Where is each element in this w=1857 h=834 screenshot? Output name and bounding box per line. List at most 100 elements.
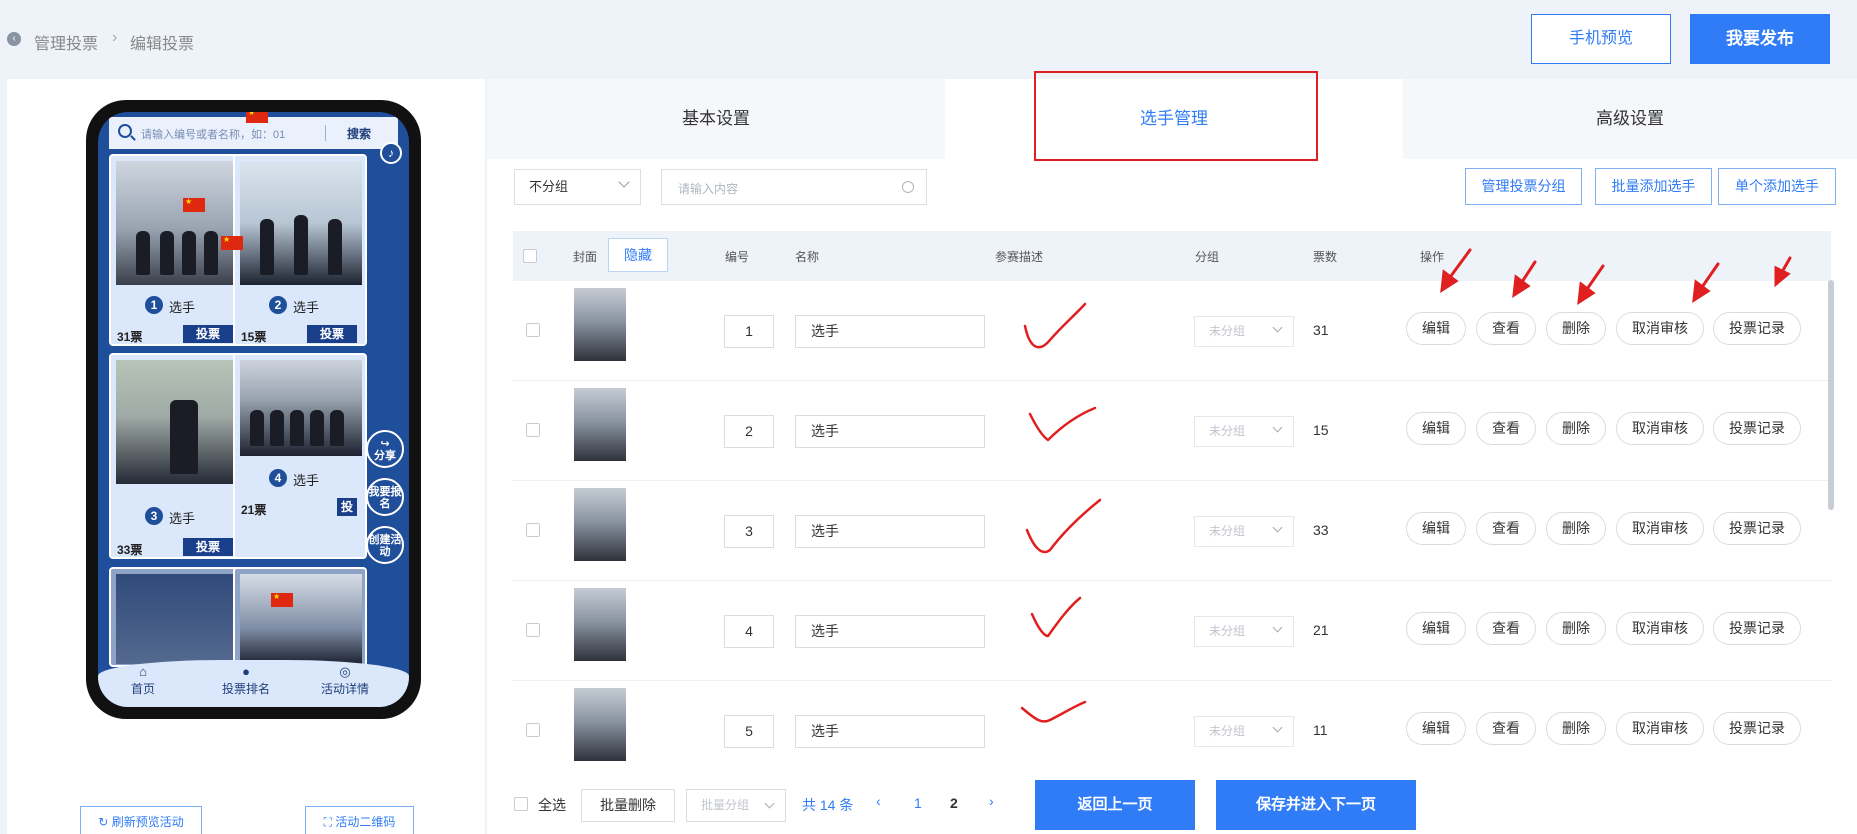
contestant-id-input[interactable]: 1 [724, 315, 774, 348]
row-checkbox[interactable] [526, 723, 540, 737]
delete-button[interactable]: 删除 [1546, 612, 1606, 645]
cancel-review-button[interactable]: 取消审核 [1616, 612, 1704, 645]
cancel-review-button[interactable]: 取消审核 [1616, 512, 1704, 545]
edit-button[interactable]: 编辑 [1406, 412, 1466, 445]
row-checkbox[interactable] [526, 623, 540, 637]
contestant-name-input[interactable]: 选手 [795, 415, 985, 448]
contestant-card[interactable]: 2 选手 15票 投票 [221, 154, 367, 346]
view-button[interactable]: 查看 [1476, 612, 1536, 645]
nav-ranking[interactable]: ● 投票排名 [201, 664, 291, 697]
refresh-preview-button[interactable]: ↻ 刷新预览活动 [80, 806, 202, 834]
contestant-cover[interactable] [574, 288, 626, 361]
row-checkbox[interactable] [526, 323, 540, 337]
contestant-id-input[interactable]: 3 [724, 515, 774, 548]
view-button[interactable]: 查看 [1476, 412, 1536, 445]
chevron-down-icon [1272, 522, 1283, 533]
group-select[interactable]: 未分组 [1194, 316, 1294, 347]
contestant-name-input[interactable]: 选手 [795, 615, 985, 648]
chevron-down-icon [1272, 722, 1283, 733]
contestant-card[interactable] [233, 567, 367, 667]
contestant-photo [116, 360, 238, 484]
vote-button[interactable]: 投 [337, 498, 357, 516]
breadcrumb-parent[interactable]: 管理投票 [34, 30, 98, 54]
cancel-review-button[interactable]: 取消审核 [1616, 412, 1704, 445]
flag-icon [271, 592, 293, 607]
vote-button[interactable]: 投票 [307, 325, 357, 343]
vote-log-button[interactable]: 投票记录 [1713, 512, 1801, 545]
share-button[interactable]: ↪ 分享 [366, 430, 404, 468]
next-page-icon[interactable]: › [989, 793, 994, 809]
group-select[interactable]: 未分组 [1194, 416, 1294, 447]
contestant-id-input[interactable]: 5 [724, 715, 774, 748]
contestant-name-input[interactable]: 选手 [795, 315, 985, 348]
contestant-cover[interactable] [574, 388, 626, 461]
cancel-review-button[interactable]: 取消审核 [1616, 312, 1704, 345]
group-select[interactable]: 未分组 [1194, 616, 1294, 647]
contestant-cover[interactable] [574, 688, 626, 761]
vote-log-button[interactable]: 投票记录 [1713, 312, 1801, 345]
contestant-card[interactable]: 3 选手 33票 投票 [109, 353, 243, 559]
contestant-name-input[interactable]: 选手 [795, 715, 985, 748]
contestant-number-badge: 3 [145, 507, 163, 525]
vote-button[interactable]: 投票 [183, 325, 233, 343]
save-next-button[interactable]: 保存并进入下一页 [1216, 780, 1416, 830]
page-1[interactable]: 1 [914, 795, 922, 811]
contestant-card[interactable]: 1 选手 31票 投票 [109, 154, 243, 346]
page-2[interactable]: 2 [950, 795, 958, 811]
vote-log-button[interactable]: 投票记录 [1713, 412, 1801, 445]
contestant-name-input[interactable]: 选手 [795, 515, 985, 548]
contestant-id-input[interactable]: 4 [724, 615, 774, 648]
row-checkbox[interactable] [526, 523, 540, 537]
create-activity-button[interactable]: 创建活动 [366, 526, 404, 564]
contestant-votes: 15票 [241, 330, 267, 344]
delete-button[interactable]: 删除 [1546, 312, 1606, 345]
contestant-name: 选手 [169, 511, 196, 526]
row-checkbox[interactable] [526, 423, 540, 437]
back-icon[interactable]: ‹ [7, 32, 21, 46]
signup-button[interactable]: 我要报名 [366, 478, 404, 516]
music-icon[interactable]: ♪ [380, 142, 402, 164]
view-button[interactable]: 查看 [1476, 312, 1536, 345]
edit-button[interactable]: 编辑 [1406, 712, 1466, 745]
bulk-delete-button[interactable]: 批量删除 [581, 789, 675, 822]
prev-step-button[interactable]: 返回上一页 [1035, 780, 1195, 830]
nav-home[interactable]: ⌂ 首页 [98, 664, 188, 697]
publish-button[interactable]: 我要发布 [1690, 14, 1830, 64]
qrcode-button[interactable]: ⛶ 活动二维码 [305, 806, 414, 834]
vote-log-button[interactable]: 投票记录 [1713, 612, 1801, 645]
cancel-review-button[interactable]: 取消审核 [1616, 712, 1704, 745]
contestant-card[interactable] [109, 567, 243, 667]
select-all-checkbox[interactable] [514, 797, 528, 811]
contestant-cover[interactable] [574, 588, 626, 661]
phone-search-button[interactable]: 搜索 [347, 125, 371, 142]
group-select[interactable]: 未分组 [1194, 716, 1294, 747]
view-button[interactable]: 查看 [1476, 712, 1536, 745]
view-button[interactable]: 查看 [1476, 512, 1536, 545]
edit-button[interactable]: 编辑 [1406, 612, 1466, 645]
nav-details[interactable]: ◎ 活动详情 [300, 664, 390, 697]
chevron-down-icon [1272, 322, 1283, 333]
vote-button[interactable]: 投票 [183, 538, 233, 556]
delete-button[interactable]: 删除 [1546, 412, 1606, 445]
select-all-label: 全选 [538, 797, 566, 813]
edit-button[interactable]: 编辑 [1406, 312, 1466, 345]
home-icon: ⌂ [139, 664, 147, 679]
main-panel: 基本设置 选手管理 高级设置 不分组 请输入内容 管理投票分组 批量添加选手 单… [487, 71, 1857, 834]
prev-page-icon[interactable]: ‹ [876, 793, 881, 809]
medal-icon: ● [242, 664, 250, 679]
bulk-group-select[interactable]: 批量分组 [686, 789, 786, 822]
delete-button[interactable]: 删除 [1546, 512, 1606, 545]
contestant-name: 选手 [293, 473, 320, 488]
contestant-cover[interactable] [574, 488, 626, 561]
table-row: 1 选手 未分组 31 编辑 查看 删除 取消审核 投票记录 [513, 281, 1831, 381]
scrollbar[interactable] [1828, 280, 1834, 510]
group-select[interactable]: 未分组 [1194, 516, 1294, 547]
edit-button[interactable]: 编辑 [1406, 512, 1466, 545]
divider [325, 125, 326, 141]
phone-preview-button[interactable]: 手机预览 [1531, 14, 1671, 64]
preview-panel: 请输入编号或者名称，如：01 搜索 ♪ 1 选手 31票 投票 [7, 79, 485, 834]
delete-button[interactable]: 删除 [1546, 712, 1606, 745]
vote-log-button[interactable]: 投票记录 [1713, 712, 1801, 745]
contestant-id-input[interactable]: 2 [724, 415, 774, 448]
contestant-card[interactable]: 4 选手 21票 投 [233, 353, 367, 559]
